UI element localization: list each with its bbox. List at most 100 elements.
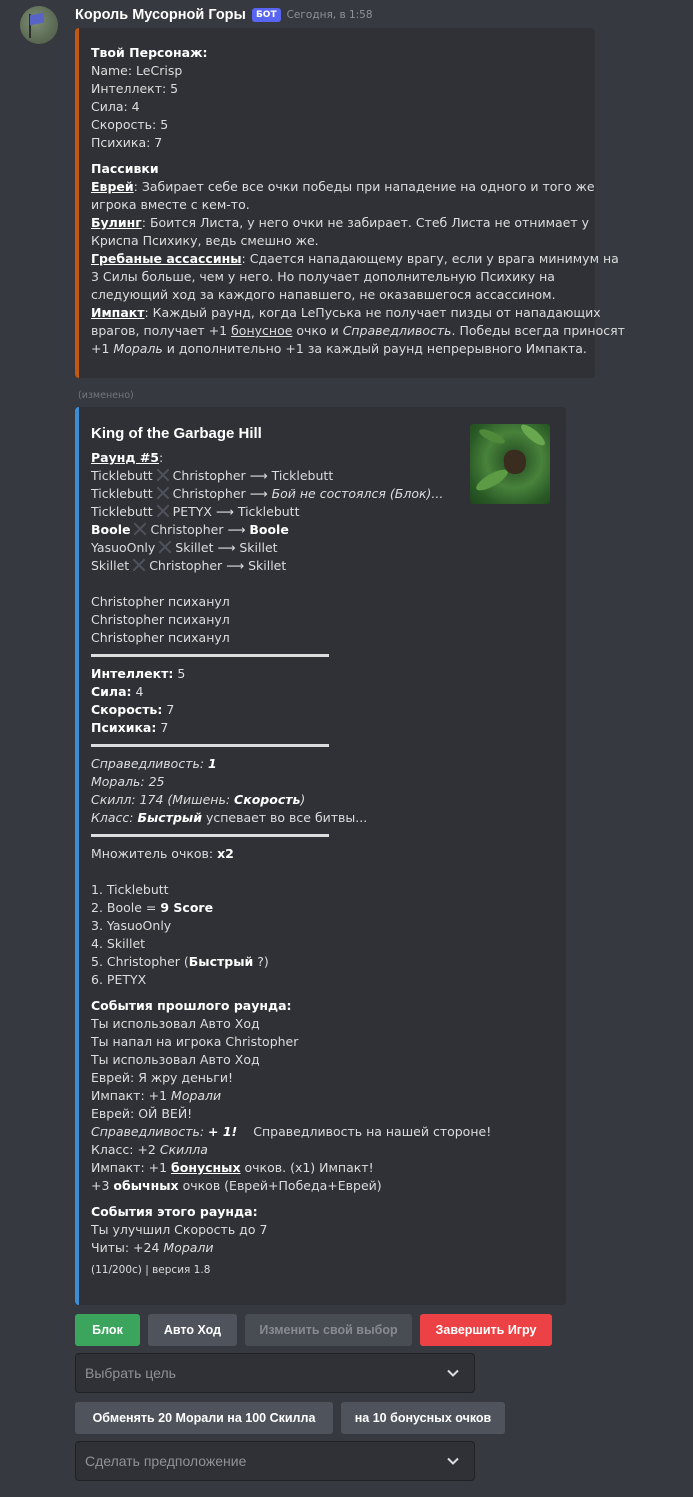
passive-text: Криспа Психику, ведь смешно же. bbox=[91, 233, 319, 248]
embed-footer: (11/200с) | версия 1.8 bbox=[91, 1264, 211, 1276]
current-round-title: События этого раунда: bbox=[91, 1204, 258, 1219]
stat-row: Интеллект: 5 bbox=[91, 665, 554, 683]
stat-intellect: Интеллект: 5 bbox=[91, 81, 179, 96]
passive-jew: Еврей: Забирает себе все очки победы при… bbox=[91, 179, 595, 212]
stat-value: 5 bbox=[173, 666, 186, 681]
trade-morale-button[interactable]: Обменять 20 Морали на 100 Скилла bbox=[75, 1402, 333, 1434]
stat-value: 7 bbox=[156, 720, 169, 735]
justice-word: Справедливость bbox=[342, 323, 452, 338]
event-line: Еврей: Я жру деньги! bbox=[91, 1070, 233, 1085]
fighter-b: PETYX bbox=[172, 504, 212, 519]
flag-icon bbox=[30, 12, 44, 26]
passive-bullying: Булинг: Боится Листа, у него очки не заб… bbox=[91, 215, 590, 248]
fighter-b: Skillet bbox=[175, 540, 214, 555]
passive-text: Забирает себе все очки победы при нападе… bbox=[141, 179, 595, 194]
passive-text: 3 Силы больше, чем у него. Но получает д… bbox=[91, 269, 555, 284]
leaderboard-row: 5. Christopher (Быстрый ?) bbox=[91, 953, 554, 971]
arrow: ⟶ bbox=[211, 504, 238, 519]
event-text: Импакт: +1 bbox=[91, 1088, 172, 1103]
event-text: обычных bbox=[113, 1178, 179, 1193]
arrow: ⟶ bbox=[245, 486, 272, 501]
fight-result: Skillet bbox=[239, 540, 278, 555]
psycho-line: Christopher психанул bbox=[91, 630, 230, 645]
chevron-down-icon bbox=[447, 1369, 459, 1377]
select-placeholder: Выбрать цель bbox=[85, 1365, 176, 1381]
multiplier-label: Множитель очков: bbox=[91, 846, 218, 861]
event-line: Ты использовал Авто Ход bbox=[91, 1016, 260, 1031]
leaf-shape bbox=[518, 424, 548, 449]
stat-row: Сила: 4 bbox=[91, 683, 554, 701]
bonus-points-button[interactable]: на 10 бонусных очков bbox=[341, 1402, 505, 1434]
bot-username[interactable]: Король Мусорной Горы bbox=[75, 7, 246, 23]
stat-value: 4 bbox=[131, 684, 144, 699]
fighter-a: Ticklebutt bbox=[91, 486, 153, 501]
leaderboard-text: 2. Boole = bbox=[91, 900, 161, 915]
fighter-a: Ticklebutt bbox=[91, 468, 153, 483]
embed-thumbnail[interactable] bbox=[470, 424, 550, 504]
class-label: Класс: bbox=[91, 810, 138, 825]
character-embed: Твой Персонаж: Name: LeCrisp Интеллект: … bbox=[75, 28, 625, 378]
crossed-swords-icon bbox=[155, 468, 171, 482]
block-button[interactable]: Блок bbox=[75, 1314, 140, 1346]
class-value: Быстрый bbox=[137, 810, 202, 825]
stat-key: Интеллект: bbox=[91, 666, 174, 681]
event-value: + 1! bbox=[208, 1124, 238, 1139]
bot-avatar[interactable] bbox=[20, 6, 58, 44]
round-label: Раунд #5 bbox=[91, 450, 159, 465]
leaderboard-text: 5. Christopher ( bbox=[91, 954, 189, 969]
event-text: Класс: +2 bbox=[91, 1142, 160, 1157]
divider bbox=[91, 834, 329, 837]
event-text: Справедливость на нашей стороне! bbox=[253, 1124, 492, 1139]
fight-row: Boole Christopher ⟶ Boole bbox=[91, 521, 554, 539]
event-text: +3 bbox=[91, 1178, 114, 1193]
fighter-b: Christopher bbox=[150, 522, 224, 537]
arrow: ⟶ bbox=[213, 540, 240, 555]
stat-strength: Сила: 4 bbox=[91, 99, 140, 114]
leaderboard-text: 4. Skillet bbox=[91, 936, 146, 951]
skill-text: Скилл: 174 (Мишень: bbox=[91, 792, 235, 807]
bonus-word: бонусное bbox=[231, 323, 293, 338]
event-line: Импакт: +1 Морали bbox=[91, 1087, 554, 1105]
stat-name: Name: LeCrisp bbox=[91, 63, 183, 78]
leaderboard-row: 3. YasuoOnly bbox=[91, 917, 554, 935]
leaderboard-text: ?) bbox=[253, 954, 269, 969]
fighter-b: Christopher bbox=[172, 468, 246, 483]
passive-text: врагов, получает +1 bbox=[91, 323, 232, 338]
stat-key: Психика: bbox=[91, 720, 157, 735]
class-line: Класс: Быстрый успевает во все битвы... bbox=[91, 809, 554, 827]
leaderboard-text: 1. Ticklebutt bbox=[91, 882, 169, 897]
game-embed: King of the Garbage Hill Раунд #5: Tickl… bbox=[75, 407, 566, 1305]
auto-move-button[interactable]: Авто Ход bbox=[148, 1314, 237, 1346]
passive-text: Каждый раунд, когда LeПуська не получает… bbox=[152, 305, 601, 320]
leaderboard-text: 6. PETYX bbox=[91, 972, 147, 987]
leaderboard-row: 6. PETYX bbox=[91, 971, 554, 989]
select-target-dropdown[interactable]: Выбрать цель bbox=[75, 1353, 475, 1393]
make-guess-dropdown[interactable]: Сделать предположение bbox=[75, 1441, 475, 1481]
prev-round-title: События прошлого раунда: bbox=[91, 998, 292, 1013]
end-game-button[interactable]: Завершить Игру bbox=[420, 1314, 552, 1346]
event-line: Ты использовал Авто Ход bbox=[91, 1052, 260, 1067]
fighter-a: Skillet bbox=[91, 558, 130, 573]
stat-row: Скорость: 7 bbox=[91, 701, 554, 719]
passives-title: Пассивки bbox=[91, 161, 159, 176]
stat-speed: Скорость: 5 bbox=[91, 117, 169, 132]
fight-row: Skillet Christopher ⟶ Skillet bbox=[91, 557, 554, 575]
crossed-swords-icon bbox=[132, 522, 148, 536]
morale-word: Мораль bbox=[113, 341, 163, 356]
stat-psyche: Психика: 7 bbox=[91, 135, 163, 150]
passive-text: следующий ход за каждого напавшего, не о… bbox=[91, 287, 556, 302]
multiplier-value: x2 bbox=[217, 846, 234, 861]
leaderboard-score: 9 Score bbox=[160, 900, 214, 915]
leaderboard-row: 4. Skillet bbox=[91, 935, 554, 953]
event-text: Морали bbox=[171, 1088, 222, 1103]
passive-text: очко и bbox=[292, 323, 343, 338]
crossed-swords-icon bbox=[155, 504, 171, 518]
leaderboard-row: 2. Boole = 9 Score bbox=[91, 899, 554, 917]
stat-key: Скорость: bbox=[91, 702, 163, 717]
skill-line: Скилл: 174 (Мишень: Скорость) bbox=[91, 791, 554, 809]
psycho-line: Christopher психанул bbox=[91, 612, 230, 627]
chevron-down-icon bbox=[447, 1457, 459, 1465]
fight-result: Бой не состоялся (Блок)... bbox=[271, 486, 444, 501]
justice-value: 1 bbox=[208, 756, 217, 771]
change-choice-button[interactable]: Изменить свой выбор bbox=[245, 1314, 412, 1346]
